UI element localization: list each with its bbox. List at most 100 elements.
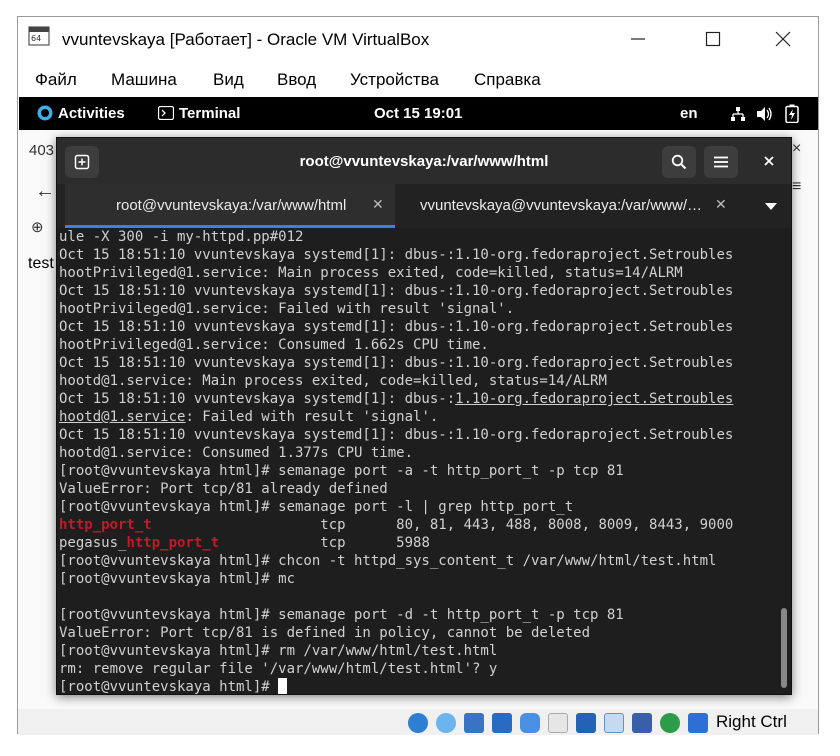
hamburger-icon [714, 156, 728, 168]
gnome-top-bar: Activities Terminal Oct 15 19:01 en [19, 97, 818, 130]
terminal-line: hootd@1.service: Consumed 1.377s CPU tim… [59, 444, 781, 462]
guest-display[interactable]: Activities Terminal Oct 15 19:01 en 403 … [19, 97, 818, 709]
tab-overflow-chevron-down-icon[interactable] [765, 203, 777, 210]
terminal-text: [root@vvuntevskaya html]# semanage port … [59, 499, 574, 515]
window-title: vvuntevskaya [Работает] - Oracle VM Virt… [62, 30, 430, 49]
audio-icon[interactable] [464, 713, 484, 733]
menu-view[interactable]: Вид [213, 70, 244, 90]
menu-file[interactable]: Файл [35, 70, 77, 90]
terminal-close-button[interactable] [757, 153, 781, 169]
optical-drive-icon[interactable] [436, 713, 456, 733]
recording-icon[interactable] [604, 713, 624, 733]
terminal-line: pegasus_http_port_t tcp 5988 [59, 534, 781, 552]
terminal-line: Oct 15 18:51:10 vvuntevskaya systemd[1]:… [59, 354, 781, 372]
terminal-text: hootd@1.service: Main process exited, co… [59, 373, 607, 389]
back-arrow-icon[interactable]: ← [35, 180, 55, 203]
menu-machine[interactable]: Машина [111, 70, 177, 90]
terminal-text: Oct 15 18:51:10 vvuntevskaya systemd[1]:… [59, 247, 734, 263]
terminal-line: Oct 15 18:51:10 vvuntevskaya systemd[1]:… [59, 426, 781, 444]
terminal-line: hootd@1.service: Main process exited, co… [59, 372, 781, 390]
terminal-text: ule -X 300 -i my-httpd.pp#012 [59, 229, 304, 245]
virtualbox-app-icon: 64 [28, 26, 50, 46]
window-titlebar[interactable]: 64 vvuntevskaya [Работает] - Oracle VM V… [18, 17, 818, 63]
terminal-text: [root@vvuntevskaya html]# chcon -t httpd… [59, 553, 717, 569]
hard-disk-icon[interactable] [408, 713, 428, 733]
menu-devices[interactable]: Устройства [350, 70, 439, 90]
terminal-text: hootd@1.service: Consumed 1.377s CPU tim… [59, 445, 414, 461]
network-adapter-icon[interactable] [492, 713, 512, 733]
terminal-line: hootPrivileged@1.service: Consumed 1.662… [59, 336, 781, 354]
terminal-line: hootPrivileged@1.service: Failed with re… [59, 300, 781, 318]
terminal-line: [root@vvuntevskaya html]# mc [59, 570, 781, 588]
cpu-icon[interactable] [632, 713, 652, 733]
close-button[interactable] [760, 23, 806, 55]
terminal-line: hootd@1.service: Failed with result 'sig… [59, 408, 781, 426]
terminal-cursor [278, 678, 288, 694]
terminal-text: Oct 15 18:51:10 vvuntevskaya systemd[1]:… [59, 355, 734, 371]
hamburger-menu-button[interactable] [704, 146, 738, 178]
terminal-text: ValueError: Port tcp/81 is defined in po… [59, 625, 591, 641]
minimize-icon [631, 38, 645, 40]
terminal-text: hootPrivileged@1.service: Consumed 1.662… [59, 337, 489, 353]
mouse-integration-icon[interactable] [660, 713, 680, 733]
terminal-text: rm: remove regular file '/var/www/html/t… [59, 661, 498, 677]
background-close-icon[interactable]: × [792, 140, 801, 158]
activities-button[interactable]: Activities [58, 105, 125, 122]
terminal-tab-bar: root@vvuntevskaya:/var/www/html ✕ vvunte… [57, 184, 791, 228]
background-page-text: test [28, 255, 54, 272]
terminal-text: ValueError: Port tcp/81 already defined [59, 481, 388, 497]
app-menu[interactable]: Terminal [179, 105, 240, 122]
terminal-line: ule -X 300 -i my-httpd.pp#012 [59, 228, 781, 246]
terminal-tab-1[interactable]: root@vvuntevskaya:/var/www/html ✕ [65, 184, 395, 228]
terminal-text: tcp 5988 [219, 535, 430, 551]
tab-label: vvuntevskaya@vvuntevskaya:/var/www/… [420, 197, 702, 214]
display-icon[interactable] [576, 713, 596, 733]
input-language[interactable]: en [680, 105, 698, 122]
terminal-line: Oct 15 18:51:10 vvuntevskaya systemd[1]:… [59, 246, 781, 264]
terminal-line: [root@vvuntevskaya html]# rm /var/www/ht… [59, 642, 781, 660]
terminal-text: hootPrivileged@1.service: Main process e… [59, 265, 683, 281]
tab-label: root@vvuntevskaya:/var/www/html [116, 197, 347, 214]
maximize-button[interactable] [690, 23, 736, 55]
terminal-text: http_port_t [126, 535, 220, 551]
shared-folders-icon[interactable] [548, 713, 568, 733]
menu-input[interactable]: Ввод [277, 70, 316, 90]
tab-close-icon[interactable]: ✕ [715, 196, 727, 213]
menu-help[interactable]: Справка [474, 70, 541, 90]
terminal-scrollbar[interactable] [781, 608, 787, 688]
terminal-text: [root@vvuntevskaya html]# semanage port … [59, 463, 624, 479]
tab-close-icon[interactable]: ✕ [372, 196, 384, 213]
terminal-text: [root@vvuntevskaya html]# [59, 679, 279, 695]
usb-icon[interactable] [520, 713, 540, 733]
terminal-text: Oct 15 18:51:10 vvuntevskaya systemd[1]:… [59, 283, 734, 299]
background-tab-label[interactable]: 403 [29, 142, 54, 159]
terminal-line: Oct 15 18:51:10 vvuntevskaya systemd[1]:… [59, 318, 781, 336]
terminal-text: 1.10-org.fedoraproject.Setroubles [455, 391, 734, 407]
terminal-text: [root@vvuntevskaya html]# rm /var/www/ht… [59, 643, 498, 659]
terminal-line: Oct 15 18:51:10 vvuntevskaya systemd[1]:… [59, 390, 781, 408]
search-icon [671, 154, 687, 170]
terminal-headerbar[interactable]: root@vvuntevskaya:/var/www/html [57, 138, 791, 184]
terminal-text: pegasus_ [59, 535, 127, 551]
terminal-window[interactable]: root@vvuntevskaya:/var/www/html root@vvu… [56, 137, 792, 695]
terminal-text: Oct 15 18:51:10 vvuntevskaya systemd[1]:… [59, 391, 456, 407]
terminal-line: [root@vvuntevskaya html]# semanage port … [59, 606, 781, 624]
terminal-text: hootPrivileged@1.service: Failed with re… [59, 301, 515, 317]
volume-icon[interactable] [756, 106, 774, 122]
terminal-line: [root@vvuntevskaya html]# semanage port … [59, 498, 781, 516]
terminal-text: tcp 80, 81, 443, 488, 8008, 8009, 8443, … [151, 517, 734, 533]
terminal-tab-2[interactable]: vvuntevskaya@vvuntevskaya:/var/www/… ✕ [395, 184, 735, 228]
terminal-output[interactable]: ule -X 300 -i my-httpd.pp#012 Oct 15 18:5… [59, 228, 781, 696]
battery-icon[interactable] [785, 104, 799, 123]
minimize-button[interactable] [615, 23, 661, 55]
fedora-icon [37, 105, 53, 121]
network-icon[interactable] [730, 106, 746, 122]
keyboard-capture-icon[interactable] [688, 713, 708, 733]
terminal-line: ValueError: Port tcp/81 already defined [59, 480, 781, 498]
search-button[interactable] [662, 146, 696, 178]
terminal-text: hootd@1.service [59, 409, 186, 425]
terminal-line: http_port_t tcp 80, 81, 443, 488, 8008, … [59, 516, 781, 534]
background-menu-icon[interactable]: ≡ [792, 178, 801, 196]
terminal-line: [root@vvuntevskaya html]# semanage port … [59, 462, 781, 480]
clock[interactable]: Oct 15 19:01 [374, 105, 462, 122]
